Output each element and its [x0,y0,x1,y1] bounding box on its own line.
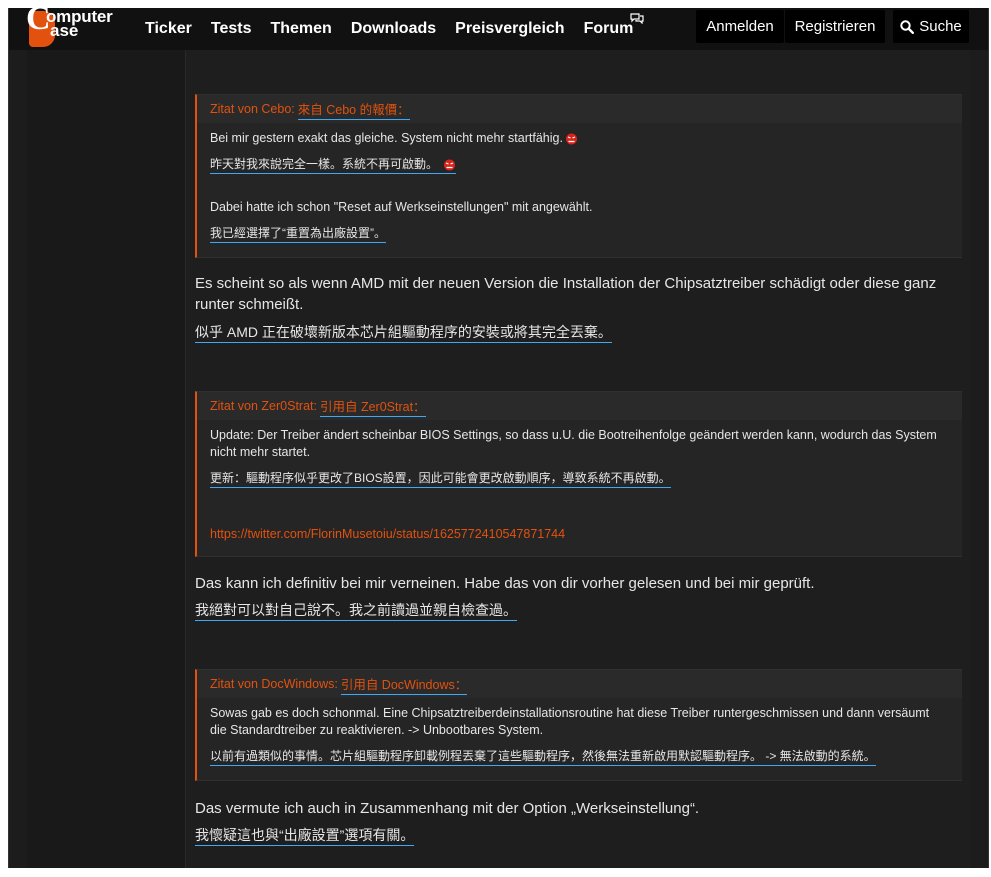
quote-translation: 我已經選擇了“重置為出廠設置”。 [210,225,386,243]
angry-emoji-icon [444,159,456,171]
quote-cebo: Zitat von Cebo: 來自 Cebo 的報價： Bei mir ges… [195,94,962,258]
quote-translation-row: 以前有過類似的事情。芯片組驅動程序卸載例程丟棄了這些驅動程序，然後無法重新啟用默… [210,747,949,766]
quote-translation-row: 我已經選擇了“重置為出廠設置”。 [210,224,949,243]
nav-forum-wrap: Forum [584,13,644,38]
post-paragraph: Es scheint so als wenn AMD mit der neuen… [195,275,937,313]
nav-downloads[interactable]: Downloads [351,20,436,38]
quote-docwindows: Zitat von DocWindows: 引用自 DocWindows： So… [195,669,962,781]
quote-header: Zitat von Cebo: 來自 Cebo 的報價： [197,95,962,123]
quote-author-translation: 引用自 DocWindows： [340,674,468,695]
chat-bubbles-icon [629,13,644,24]
top-navigation-bar: C omputer ase Ticker Tests Themen Downlo… [9,8,988,50]
post-paragraph: Das kann ich definitiv bei mir verneinen… [195,575,815,592]
quote-translation: 更新：驅動程序似乎更改了BIOS設置，因此可能會更改啟動順序，導致系統不再啟動。 [210,470,671,488]
search-icon [900,19,915,34]
quote-author-link[interactable]: Zitat von Zer0Strat: [210,399,317,413]
quote-text: Sowas gab es doch schonmal. Eine Chipsat… [210,706,930,720]
quote-author-translation: 來自 Cebo 的報價： [297,99,410,120]
nav-tests[interactable]: Tests [211,20,252,38]
quote-header: Zitat von DocWindows: 引用自 DocWindows： [197,670,962,698]
angry-emoji-icon [565,133,577,145]
nav-forum[interactable]: Forum [584,20,634,38]
quote-header: Zitat von Zer0Strat: 引用自 Zer0Strat： [197,392,962,420]
post-paragraph: Das vermute ich auch in Zusammenhang mit… [195,800,700,817]
quote-body: Bei mir gestern exakt das gleiche. Syste… [197,123,962,243]
quote-translation-row: 昨天對我來說完全一樣。系統不再可啟動。 [210,155,949,174]
quote-body: Sowas gab es doch schonmal. Eine Chipsat… [197,698,962,766]
quote-translation-text: 昨天對我來說完全一樣。系統不再可啟動。 [210,157,439,171]
post-paragraph-translation: 似乎 AMD 正在破壞新版本芯片組驅動程序的安裝或將其完全丟棄。 [195,323,612,343]
nav-themen[interactable]: Themen [270,20,331,38]
nav-preisvergleich[interactable]: Preisvergleich [455,20,564,38]
left-column [27,50,185,868]
quote-translation: 以前有過類似的事情。芯片組驅動程序卸載例程丟棄了這些驅動程序，然後無法重新啟用默… [210,748,876,766]
quote-zer0strat: Zitat von Zer0Strat: 引用自 Zer0Strat： Upda… [195,391,962,557]
main-nav: Ticker Tests Themen Downloads Preisvergl… [145,8,644,50]
post-content: Zitat von Cebo: 來自 Cebo 的報價： Bei mir ges… [185,50,970,868]
login-button[interactable]: Anmelden [696,10,784,43]
quote-text: nicht mehr startet. [210,445,311,459]
quote-author-translation: 引用自 Zer0Strat： [319,396,426,417]
quote-author-link[interactable]: Zitat von DocWindows: [210,677,338,691]
twitter-link[interactable]: https://twitter.com/FlorinMusetoiu/statu… [210,527,949,541]
logo-text-line2: ase [50,21,79,40]
quote-author-link[interactable]: Zitat von Cebo: [210,102,295,116]
post-paragraph-translation: 我絕對可以對自己說不。我之前讀過並親自檢查過。 [195,601,517,621]
quote-body: Update: Der Treiber ändert scheinbar BIO… [197,420,962,541]
quote-text: Bei mir gestern exakt das gleiche. Syste… [210,130,949,147]
post-paragraph-translation: 我懷疑這也與“出廠設置”選項有關。 [195,826,415,846]
search-button[interactable]: Suche [893,10,969,43]
page-frame: C omputer ase Ticker Tests Themen Downlo… [8,8,989,868]
quote-text-line: Bei mir gestern exakt das gleiche. Syste… [210,131,563,145]
register-button[interactable]: Registrieren [785,10,885,43]
quote-text: Update: Der Treiber ändert scheinbar BIO… [210,428,937,442]
computerbase-logo[interactable]: C omputer ase [26,8,146,47]
search-label: Suche [919,18,962,35]
quote-translation: 昨天對我來說完全一樣。系統不再可啟動。 [210,156,457,174]
quote-text: Dabei hatte ich schon "Reset auf Werksei… [210,200,593,214]
quote-text: die Standardtreiber zu reaktivieren. -> … [210,723,544,737]
nav-ticker[interactable]: Ticker [145,20,192,38]
quote-translation-row: 更新：驅動程序似乎更改了BIOS設置，因此可能會更改啟動順序，導致系統不再啟動。 [210,469,949,488]
